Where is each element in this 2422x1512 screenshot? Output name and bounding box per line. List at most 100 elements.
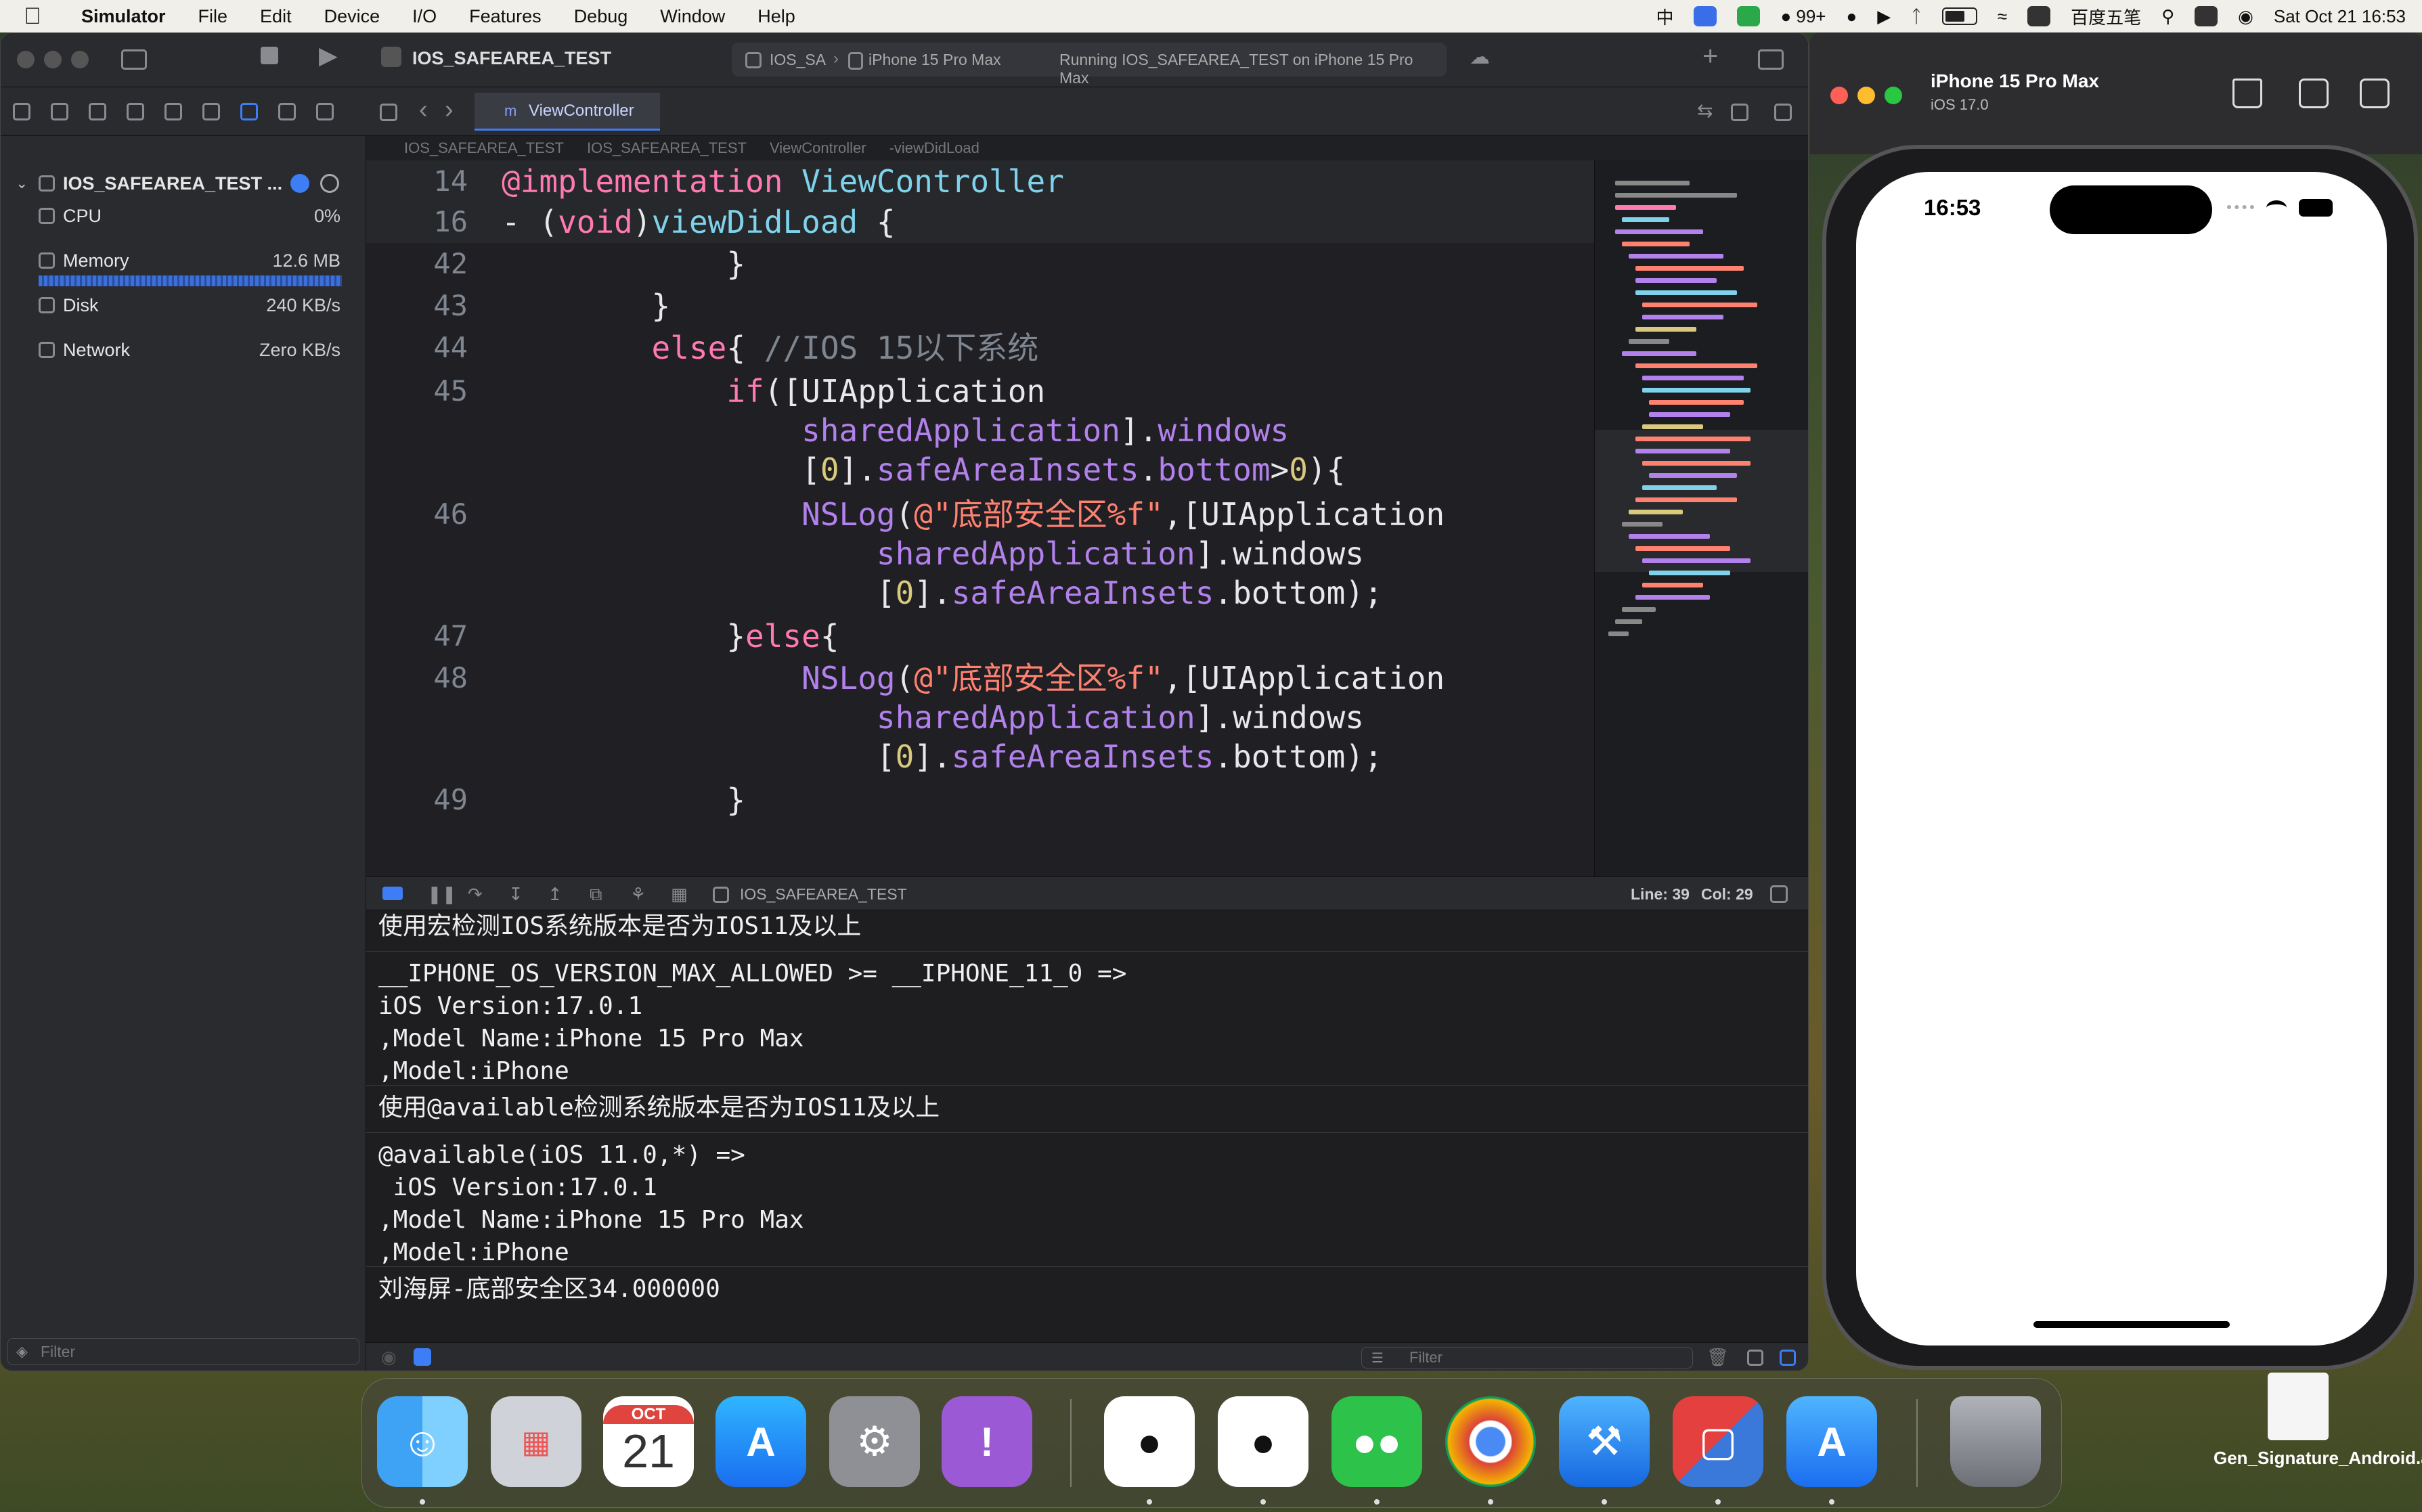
add-icon[interactable]: +	[1702, 41, 1718, 72]
screenshot-camera-icon[interactable]	[2299, 79, 2329, 108]
app-store-icon[interactable]: A	[715, 1396, 806, 1487]
window-minimize-button[interactable]	[44, 51, 62, 68]
ime-label[interactable]: 百度五笔	[2071, 4, 2141, 29]
minimap[interactable]	[1594, 160, 1808, 876]
code-line[interactable]: 43 }	[366, 285, 1594, 327]
menu-debug[interactable]: Debug	[558, 6, 644, 27]
calendar-icon[interactable]: OCT 21	[603, 1396, 694, 1487]
pause-icon[interactable]: ❚❚	[427, 884, 457, 905]
iphone-screen[interactable]: 16:53	[1856, 172, 2387, 1346]
inspector-toggle-icon[interactable]	[1758, 49, 1784, 70]
scheme-selector[interactable]: IOS_SA	[770, 51, 826, 69]
editor-grid-icon[interactable]	[380, 104, 397, 121]
test-navigator-icon[interactable]	[202, 102, 220, 120]
apple-menu-icon[interactable]: 	[0, 3, 65, 30]
control-center-icon[interactable]	[2195, 6, 2218, 26]
launchpad-icon[interactable]: ▦	[491, 1396, 581, 1487]
window-close-button[interactable]	[17, 51, 35, 68]
desktop-file-apk[interactable]: Gen_Signature_Android.apk	[2214, 1373, 2422, 1469]
code-line[interactable]: 47 }else{	[366, 615, 1594, 657]
spotlight-search-icon[interactable]: ⚲	[2161, 6, 2174, 27]
breakpoint-navigator-icon[interactable]	[278, 102, 296, 120]
destination-selector[interactable]: iPhone 15 Pro Max	[868, 51, 1001, 69]
wechat-icon[interactable]: ●●	[1331, 1396, 1422, 1487]
bookmark-navigator-icon[interactable]	[89, 102, 106, 120]
step-in-icon[interactable]: ↧	[508, 884, 523, 905]
variables-view-icon[interactable]	[414, 1348, 431, 1366]
home-indicator[interactable]	[2033, 1321, 2230, 1328]
code-line[interactable]: 42 }	[366, 243, 1594, 285]
ime-icon[interactable]	[2027, 6, 2051, 26]
parallels-icon[interactable]: ▢	[1673, 1396, 1763, 1487]
menu-help[interactable]: Help	[741, 6, 812, 27]
sim-minimize-button[interactable]	[1857, 87, 1875, 104]
trash-icon[interactable]	[1950, 1396, 2041, 1487]
sim-close-button[interactable]	[1830, 87, 1848, 104]
forward-arrow-icon[interactable]: ›	[445, 95, 454, 125]
project-navigator-icon[interactable]	[13, 102, 30, 120]
debug-target[interactable]: IOS_SAFEAREA_TEST	[740, 885, 907, 904]
console-only-icon[interactable]	[1780, 1350, 1796, 1366]
bluetooth-icon[interactable]: ᛏ	[1911, 6, 1922, 27]
environment-overrides-icon[interactable]: ▦	[671, 884, 688, 905]
sticky-scope-line[interactable]: 16 - (void)viewDidLoad {	[366, 201, 1594, 243]
siri-icon[interactable]: ◉	[2238, 6, 2253, 27]
code-line[interactable]: [0].safeAreaInsets.bottom);	[366, 572, 1594, 614]
report-navigator-icon[interactable]	[316, 102, 334, 120]
find-navigator-icon[interactable]	[127, 102, 144, 120]
battery-icon[interactable]	[1941, 7, 1977, 25]
sticky-scope-line[interactable]: 14 @implementation ViewController	[366, 160, 1594, 202]
wechat-status-icon[interactable]	[1737, 6, 1761, 26]
breakpoints-toggle-icon[interactable]	[382, 887, 403, 900]
editor-options-icon[interactable]	[1731, 104, 1748, 121]
input-mode-indicator[interactable]: 中	[1656, 4, 1673, 29]
xcode-icon[interactable]: ⚒	[1559, 1396, 1650, 1487]
clear-console-trash-icon[interactable]: 🗑	[1707, 1347, 1729, 1368]
memory-graph-icon[interactable]: ⚘	[630, 884, 646, 905]
cloud-icon[interactable]: ☁	[1470, 45, 1490, 69]
sidebar-toggle-icon[interactable]	[121, 49, 147, 70]
jump-bar-folder[interactable]: IOS_SAFEAREA_TEST	[587, 139, 747, 157]
refresh-icon[interactable]: ⇆	[1697, 99, 1713, 122]
code-line[interactable]: 45 if([UIApplication	[366, 370, 1594, 412]
jump-bar-method[interactable]: -viewDidLoad	[889, 139, 979, 157]
info-icon[interactable]	[290, 174, 309, 193]
disclosure-chevron-icon[interactable]: ⌄	[16, 175, 28, 192]
jump-bar-project[interactable]: IOS_SAFEAREA_TEST	[404, 139, 564, 157]
notifications-badge[interactable]: ● 99+	[1780, 6, 1826, 27]
gauge-disk[interactable]: Disk 240 KB/s	[1, 285, 366, 326]
system-settings-icon[interactable]: ⚙	[829, 1396, 920, 1487]
back-arrow-icon[interactable]: ‹	[419, 95, 428, 125]
step-over-icon[interactable]: ↷	[468, 884, 483, 905]
menu-features[interactable]: Features	[453, 6, 558, 27]
rotate-icon[interactable]	[2360, 79, 2390, 108]
console-layout-icon[interactable]	[1770, 885, 1788, 903]
sim-zoom-button[interactable]	[1885, 87, 1902, 104]
code-line[interactable]: sharedApplication].windows	[366, 696, 1594, 738]
source-control-navigator-icon[interactable]	[51, 102, 68, 120]
debug-console[interactable]: 使用宏检测IOS系统版本是否为IOS11及以上 __IPHONE_OS_VERSI…	[366, 910, 1808, 1342]
menu-app-name[interactable]: Simulator	[65, 6, 182, 27]
gauge-network[interactable]: Network Zero KB/s	[1, 330, 366, 370]
project-title[interactable]: IOS_SAFEAREA_TEST	[412, 48, 611, 69]
window-zoom-button[interactable]	[71, 51, 89, 68]
stop-button[interactable]	[261, 47, 278, 64]
finder-icon[interactable]: ☺	[377, 1396, 468, 1487]
chrome-icon[interactable]	[1445, 1396, 1536, 1487]
code-line[interactable]: sharedApplication].windows	[366, 533, 1594, 575]
navigator-filter-input[interactable]: ◈ Filter	[7, 1338, 359, 1365]
menu-window[interactable]: Window	[644, 6, 741, 27]
step-out-icon[interactable]: ↥	[548, 884, 563, 905]
jump-bar-file[interactable]: ViewController	[770, 139, 866, 157]
code-line[interactable]: 48 NSLog(@"底部安全区%f",[UIApplication	[366, 657, 1594, 699]
menu-io[interactable]: I/O	[396, 6, 453, 27]
wifi-icon[interactable]: ≈	[1998, 6, 2007, 27]
run-button[interactable]: ▶	[319, 41, 338, 70]
view-hierarchy-icon[interactable]: ⧉	[590, 884, 602, 906]
gauge-cpu[interactable]: CPU 0%	[1, 196, 366, 236]
simulator-icon[interactable]: A	[1786, 1396, 1877, 1487]
split-editor-icon[interactable]	[1774, 104, 1792, 121]
gauge-memory[interactable]: Memory 12.6 MB	[1, 240, 366, 281]
code-line[interactable]: [0].safeAreaInsets.bottom>0){	[366, 449, 1594, 491]
code-line[interactable]: sharedApplication].windows	[366, 409, 1594, 451]
